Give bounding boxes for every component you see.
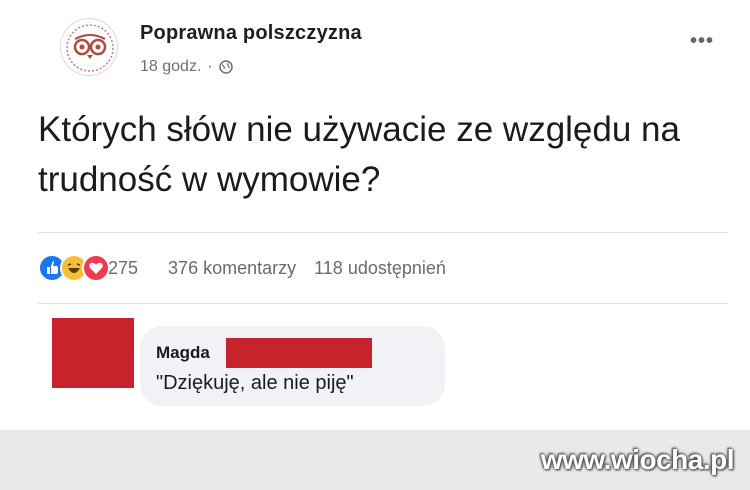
post-card: Poprawna polszczyzna 18 godz. · ••• Któr… xyxy=(0,0,750,430)
more-options-button[interactable]: ••• xyxy=(690,30,714,53)
comment-text: "Dziękuję, ale nie piję" xyxy=(156,372,354,394)
reaction-icons[interactable] xyxy=(38,252,138,284)
love-icon xyxy=(82,254,110,282)
post-header: Poprawna polszczyzna 18 godz. · ••• xyxy=(60,14,740,76)
page-name[interactable]: Poprawna polszczyzna xyxy=(140,22,362,45)
commenter-avatar-redacted[interactable] xyxy=(52,318,134,388)
comment-author[interactable]: Magda xyxy=(156,343,210,363)
globe-icon xyxy=(218,60,233,74)
reactions-bar: 275 376 komentarzy 118 udostępnień xyxy=(38,252,728,284)
meta-separator: · xyxy=(207,58,213,75)
post-time[interactable]: 18 godz. xyxy=(140,58,201,76)
comments-count[interactable]: 376 komentarzy xyxy=(168,258,296,279)
comment-bubble: Magda "Dziękuję, ale nie piję" xyxy=(140,326,445,406)
page-avatar[interactable] xyxy=(60,18,118,76)
shares-count[interactable]: 118 udostępnień xyxy=(314,258,446,279)
redacted-surname xyxy=(226,338,372,368)
post-meta: 18 godz. · xyxy=(140,58,233,76)
post-text: Których słów nie używacie ze względu na … xyxy=(38,110,680,199)
owl-logo-icon xyxy=(66,24,114,72)
watermark: www.wiocha.pl xyxy=(540,444,735,475)
divider xyxy=(38,232,728,233)
divider xyxy=(38,303,728,304)
